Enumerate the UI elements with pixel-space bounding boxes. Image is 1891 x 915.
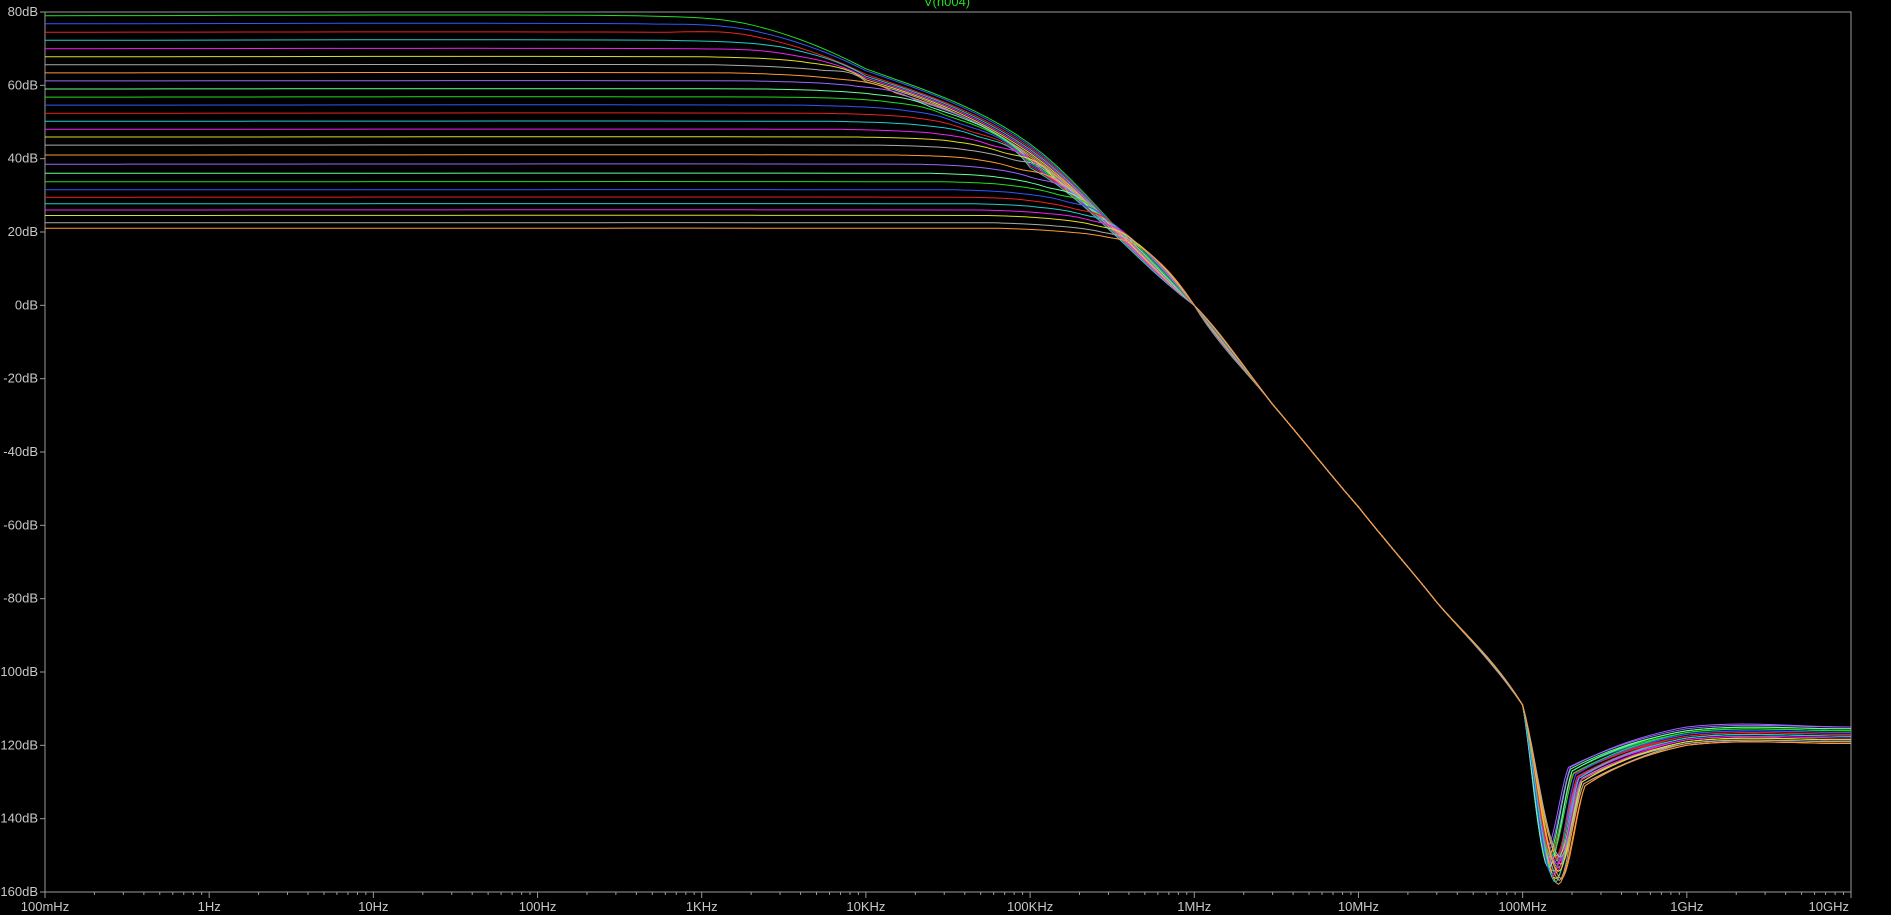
bode-plot[interactable]: V(n004) 80dB 60dB 40dB 20dB 0dB -20dB -40dB -60…: [0, 0, 1891, 915]
plot-window: V(n004) 80dB 60dB 40dB 20dB 0dB -20dB -40dB -60…: [0, 0, 1891, 915]
y-tick-label: -40dB: [3, 444, 38, 459]
y-tick-label: -60dB: [3, 517, 38, 532]
trace-line[interactable]: [45, 63, 1851, 869]
x-tick-label: 100Hz: [519, 899, 557, 914]
trace-line[interactable]: [45, 172, 1851, 868]
y-tick-label: -140dB: [0, 811, 38, 826]
y-tick-label: 40dB: [8, 151, 38, 166]
y-tick-label: 80dB: [8, 4, 38, 19]
trace-line[interactable]: [45, 154, 1851, 865]
y-tick-label: -20dB: [3, 371, 38, 386]
trace-title[interactable]: V(n004): [924, 0, 970, 9]
x-tick-label: 100MHz: [1498, 899, 1546, 914]
x-tick-label: 10MHz: [1338, 899, 1379, 914]
x-tick-label: 1GHz: [1670, 899, 1703, 914]
y-tick-label: 60dB: [8, 77, 38, 92]
trace-line[interactable]: [45, 55, 1851, 880]
trace-line[interactable]: [45, 96, 1852, 867]
trace-line[interactable]: [45, 47, 1851, 861]
x-tick-label: 100mHz: [21, 899, 69, 914]
trace-line[interactable]: [45, 80, 1851, 850]
trace-line[interactable]: [45, 104, 1851, 856]
x-axis: 100mHz 1Hz 10Hz 100Hz 1KHz 10KHz 100KHz 1MHz 10M…: [21, 892, 1852, 914]
trace-line[interactable]: [45, 136, 1851, 858]
x-tick-label: 1KHz: [686, 899, 718, 914]
trace-line[interactable]: [45, 120, 1852, 863]
y-tick-label: -100dB: [0, 664, 38, 679]
trace-line[interactable]: [45, 214, 1851, 873]
x-tick-label: 1Hz: [198, 899, 221, 914]
x-tick-label: 10GHz: [1809, 899, 1849, 914]
traces: [44, 14, 1852, 885]
y-tick-label: -120dB: [0, 737, 38, 752]
y-tick-label: -80dB: [3, 591, 38, 606]
x-tick-label: 100KHz: [1007, 899, 1053, 914]
trace-line[interactable]: [45, 22, 1851, 865]
y-tick-label: 20dB: [8, 224, 38, 239]
trace-line[interactable]: [45, 180, 1852, 858]
plot-frame: [44, 11, 1852, 893]
trace-line[interactable]: [45, 196, 1851, 861]
trace-line[interactable]: [45, 189, 1851, 876]
y-tick-label: -160dB: [0, 884, 38, 899]
y-tick-label: 0dB: [15, 297, 38, 312]
x-tick-label: 10Hz: [358, 899, 388, 914]
x-tick-label: 1MHz: [1177, 899, 1211, 914]
trace-line[interactable]: [45, 163, 1852, 854]
y-axis: 80dB 60dB 40dB 20dB 0dB -20dB -40dB -60dB -80dB -…: [0, 4, 45, 899]
x-tick-label: 10KHz: [846, 899, 885, 914]
